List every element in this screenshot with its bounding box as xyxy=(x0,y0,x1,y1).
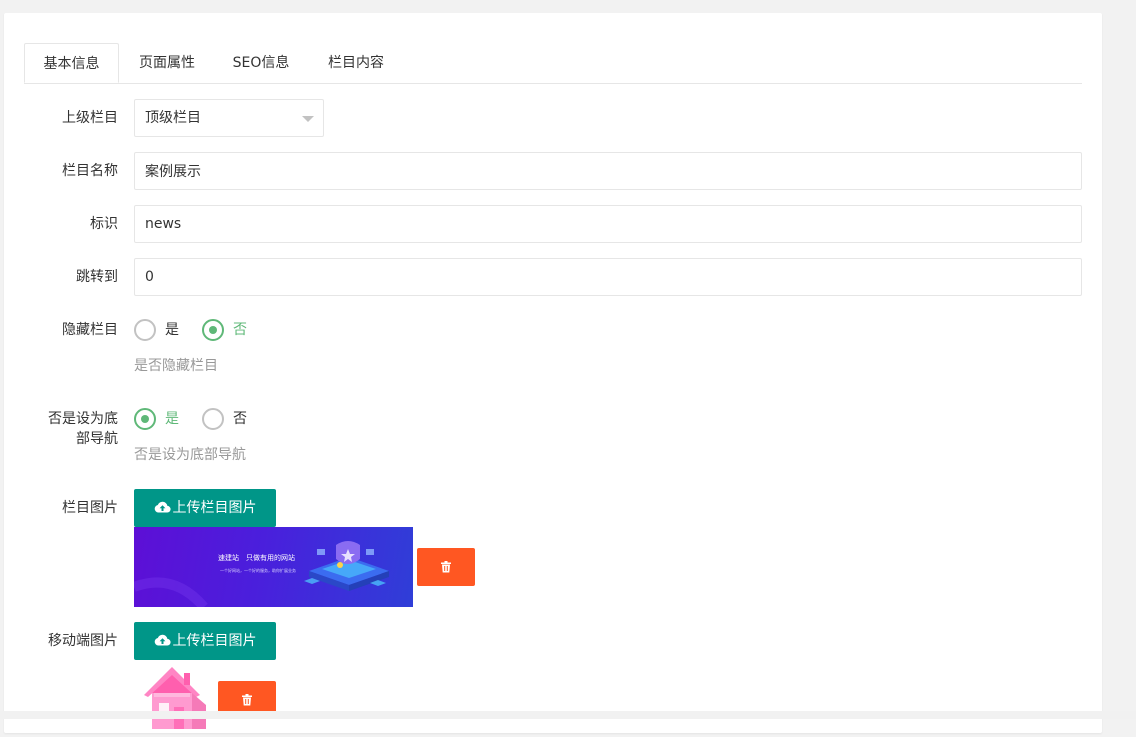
hidden-no-text: 否 xyxy=(233,322,247,338)
tab-column-content[interactable]: 栏目内容 xyxy=(307,43,405,83)
banner-subtitle: 一个好网站，一个好的服务，助你扩展业务 xyxy=(220,568,296,573)
hidden-yes-radio[interactable]: 是 xyxy=(134,319,194,341)
footer-nav-yes-radio[interactable]: 是 xyxy=(134,408,194,430)
hidden-column-label: 隐藏栏目 xyxy=(62,322,118,338)
trash-icon xyxy=(242,694,252,706)
identifier-label: 标识 xyxy=(90,216,118,232)
form-card: 基本信息 页面属性 SEO信息 栏目内容 上级栏目 顶级栏目 栏目名称 标识 跳… xyxy=(4,13,1102,733)
column-image-preview: 速建站 只做有用的网站 一个好网站，一个好的服务，助你扩展业务 xyxy=(134,527,413,607)
footer-nav-label: 否是设为底 部导航 xyxy=(22,409,118,449)
upload-mobile-image-label: 上传栏目图片 xyxy=(172,633,257,649)
parent-column-value: 顶级栏目 xyxy=(145,110,201,126)
radio-checked-icon xyxy=(134,408,156,430)
horizontal-scrollbar[interactable] xyxy=(0,711,1136,719)
hidden-no-radio[interactable]: 否 xyxy=(202,319,262,341)
cloud-upload-icon xyxy=(154,501,171,513)
redirect-label: 跳转到 xyxy=(76,269,118,285)
tab-page-attributes[interactable]: 页面属性 xyxy=(119,43,215,83)
identifier-input[interactable] xyxy=(134,205,1082,243)
column-image-label: 栏目图片 xyxy=(62,500,118,516)
hidden-column-hint: 是否隐藏栏目 xyxy=(134,358,218,374)
column-name-input[interactable] xyxy=(134,152,1082,190)
footer-nav-label-line2: 部导航 xyxy=(76,431,118,447)
radio-checked-icon xyxy=(202,319,224,341)
parent-column-select[interactable]: 顶级栏目 xyxy=(134,99,324,137)
trash-icon xyxy=(441,561,451,573)
upload-column-image-button[interactable]: 上传栏目图片 xyxy=(134,489,276,527)
upload-column-image-label: 上传栏目图片 xyxy=(172,500,257,516)
redirect-input[interactable] xyxy=(134,258,1082,296)
upload-mobile-image-button[interactable]: 上传栏目图片 xyxy=(134,622,276,660)
column-name-label: 栏目名称 xyxy=(62,163,118,179)
tab-bar: 基本信息 页面属性 SEO信息 栏目内容 xyxy=(24,43,1082,84)
footer-nav-hint: 否是设为底部导航 xyxy=(134,447,246,463)
mobile-image-label: 移动端图片 xyxy=(48,633,118,649)
cloud-upload-icon xyxy=(154,634,171,646)
caret-down-icon xyxy=(302,116,314,122)
footer-nav-yes-text: 是 xyxy=(165,411,179,427)
footer-nav-label-line1: 否是设为底 xyxy=(48,411,118,427)
house-icon xyxy=(144,667,206,729)
parent-column-label: 上级栏目 xyxy=(62,110,118,126)
delete-column-image-button[interactable] xyxy=(417,548,475,586)
hidden-yes-text: 是 xyxy=(165,322,179,338)
footer-nav-no-text: 否 xyxy=(233,411,247,427)
radio-unchecked-icon xyxy=(134,319,156,341)
banner-title: 速建站 只做有用的网站 xyxy=(218,554,295,562)
radio-unchecked-icon xyxy=(202,408,224,430)
banner-illustration xyxy=(134,541,389,607)
mobile-image-preview xyxy=(134,663,214,733)
tab-seo-info[interactable]: SEO信息 xyxy=(215,43,307,83)
footer-nav-no-radio[interactable]: 否 xyxy=(202,408,262,430)
tab-basic-info[interactable]: 基本信息 xyxy=(24,43,119,83)
